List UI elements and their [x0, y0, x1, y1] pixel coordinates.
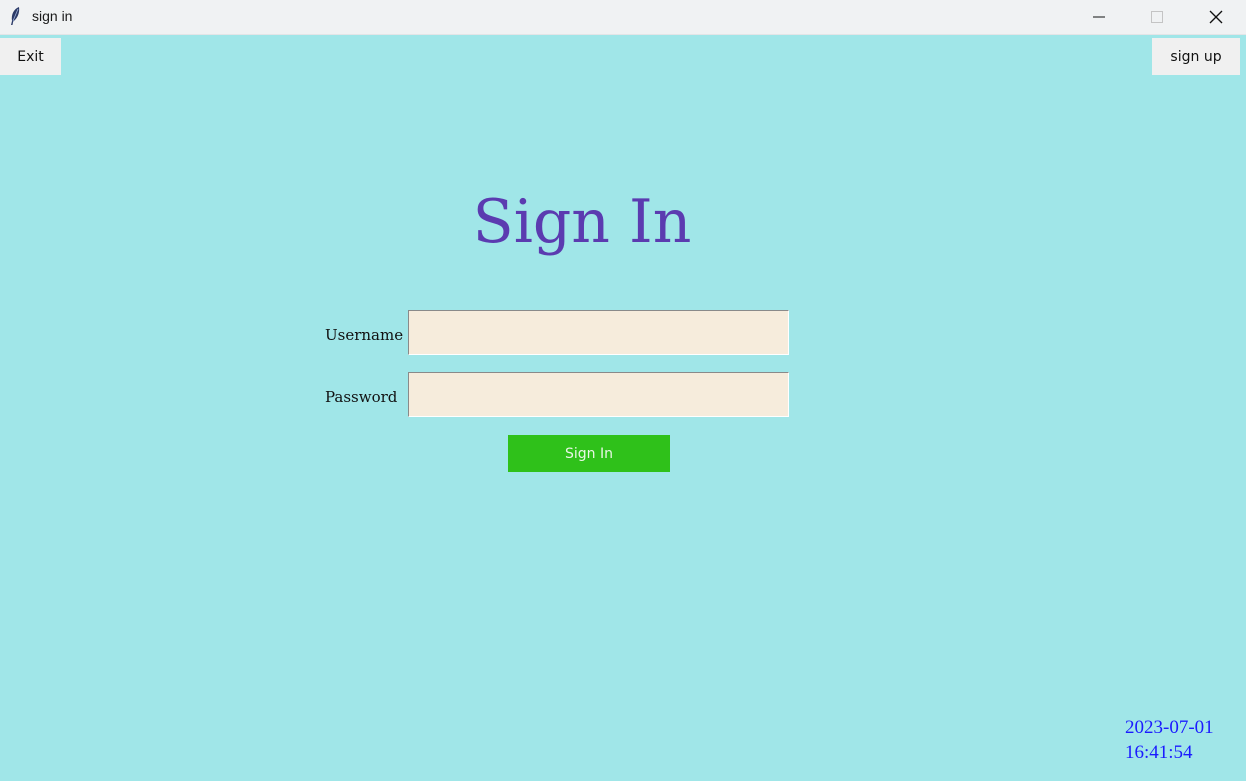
window-title: sign in: [32, 8, 73, 24]
password-field[interactable]: [408, 372, 789, 417]
clock-time: 16:41:54: [1125, 742, 1193, 763]
maximize-icon: [1151, 11, 1163, 23]
close-icon: [1209, 10, 1223, 24]
main-content: Exit sign up Sign In Username Password S…: [0, 35, 1246, 781]
clock-date: 2023-07-01: [1125, 717, 1214, 738]
app-window: sign in Exit sign up Sign In Username Pa…: [0, 0, 1246, 781]
sign-in-button[interactable]: Sign In: [508, 435, 670, 472]
password-label: Password: [325, 388, 398, 406]
sign-up-button[interactable]: sign up: [1152, 38, 1240, 75]
clock-display: 2023-07-01 16:41:54: [1125, 715, 1214, 765]
title-bar[interactable]: sign in: [0, 0, 1246, 35]
minimize-icon: [1093, 16, 1105, 18]
page-title: Sign In: [472, 187, 692, 257]
maximize-button[interactable]: [1128, 0, 1186, 34]
username-label: Username: [325, 326, 404, 344]
feather-icon: [11, 7, 20, 25]
close-button[interactable]: [1187, 0, 1245, 34]
minimize-button[interactable]: [1070, 0, 1128, 34]
exit-button[interactable]: Exit: [0, 38, 61, 75]
username-field[interactable]: [408, 310, 789, 355]
